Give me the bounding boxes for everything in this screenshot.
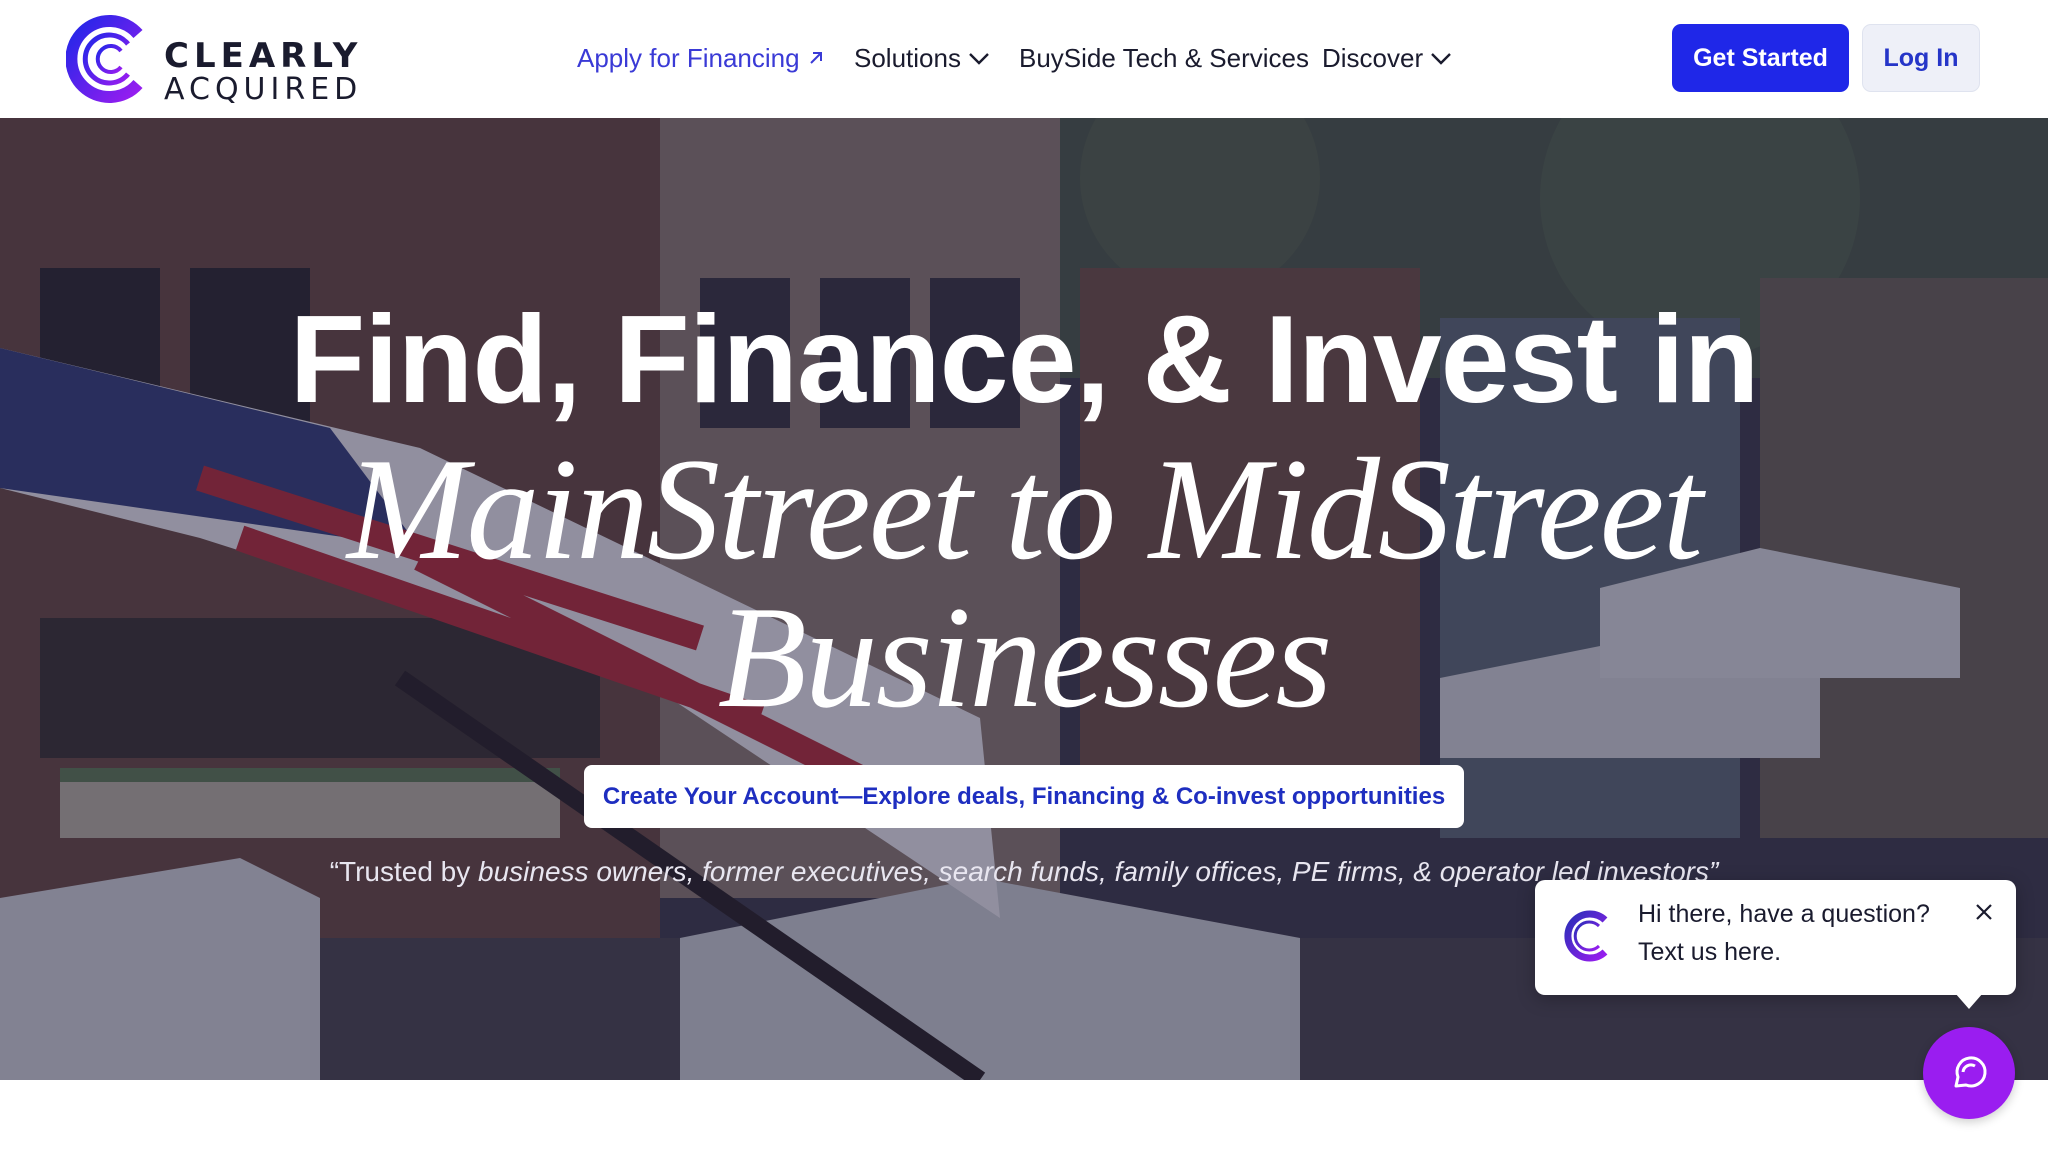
chat-launcher-button[interactable] (1923, 1027, 2015, 1119)
clearly-acquired-logo-icon (66, 15, 143, 103)
site-header: CLEARLY ACQUIRED Apply for Financing Sol… (0, 0, 2048, 118)
chat-prompt-line1: Hi there, have a question? (1638, 900, 1930, 928)
chevron-down-icon (969, 53, 989, 65)
hero-headline-line1: Find, Finance, & Invest in (289, 291, 1759, 429)
hero-headline-line2: MainStreet to MidStreet (346, 428, 1703, 590)
external-arrow-icon (809, 52, 822, 64)
brand-word-clearly: CLEARLY (164, 36, 363, 76)
nav-buyside-tech-services[interactable]: BuySide Tech & Services (1019, 40, 1309, 76)
trusted-audience-text: business owners, former executives, sear… (478, 856, 1719, 887)
chevron-down-icon (1431, 53, 1451, 65)
trusted-lead-text: “Trusted by (329, 856, 479, 887)
get-started-button[interactable]: Get Started (1672, 24, 1849, 92)
brand-logo[interactable]: CLEARLY ACQUIRED (66, 14, 366, 107)
nav-apply-label: Apply for Financing (577, 42, 800, 73)
nav-solutions-label: Solutions (854, 42, 961, 73)
brand-word-acquired: ACQUIRED (164, 72, 363, 107)
log-in-button[interactable]: Log In (1862, 24, 1980, 92)
nav-discover-label: Discover (1322, 42, 1424, 73)
nav-apply-for-financing[interactable]: Apply for Financing (577, 40, 826, 76)
nav-solutions-dropdown[interactable]: Solutions (854, 40, 991, 76)
nav-buyside-label: BuySide Tech & Services (1019, 42, 1309, 73)
chat-bubble-icon (1954, 1056, 1987, 1088)
nav-discover-dropdown[interactable]: Discover (1322, 40, 1453, 76)
close-icon[interactable] (1972, 900, 1996, 924)
chat-prompt-popup[interactable]: Hi there, have a question? Text us here. (1535, 880, 2016, 1009)
hero-headline-line3: Businesses (717, 576, 1333, 738)
chat-prompt-line2: Text us here. (1638, 938, 1782, 966)
chat-brand-avatar-icon (1564, 910, 1608, 962)
create-account-cta-button[interactable]: Create Your Account—Explore deals, Finan… (584, 765, 1464, 828)
